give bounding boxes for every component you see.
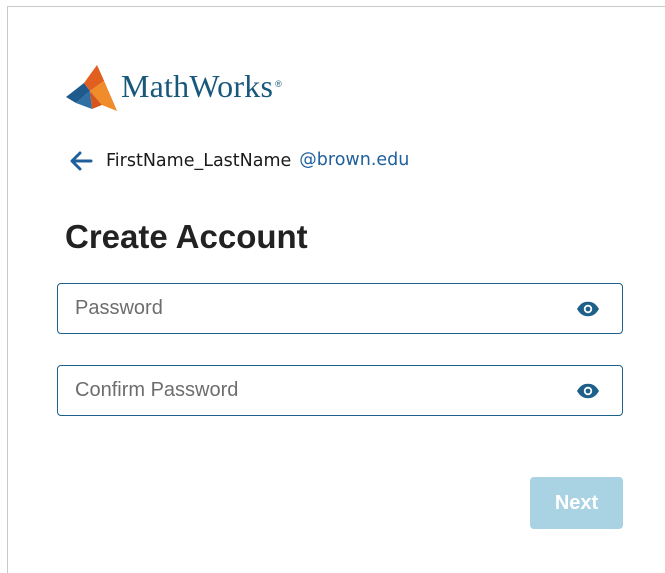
arrow-left-icon [70,151,93,171]
back-button[interactable] [68,148,94,174]
brand-name: MathWorks [121,68,274,104]
eye-icon [577,383,599,398]
username-text: FirstName_LastName [106,151,292,171]
confirm-password-input[interactable] [58,366,622,415]
password-input[interactable] [58,284,622,333]
membrane-logo-icon [66,65,117,111]
next-button[interactable]: Next [530,477,623,529]
show-password-button[interactable] [576,300,600,318]
registered-mark: ® [275,79,282,89]
password-field [57,283,623,334]
email-domain-text: @brown.edu [299,150,410,170]
mathworks-logo: MathWorks ® [64,61,282,115]
eye-icon [577,301,599,316]
page-title: Create Account [65,218,308,255]
confirm-password-field [57,365,623,416]
show-confirm-password-button[interactable] [576,382,600,400]
account-identity-row: FirstName_LastName @brown.edu [68,148,409,174]
